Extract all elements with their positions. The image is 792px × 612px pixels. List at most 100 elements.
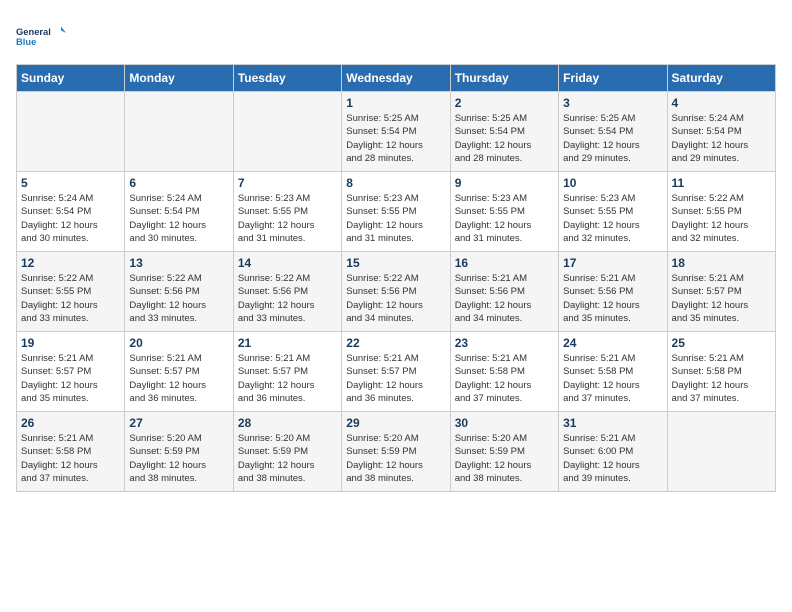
- calendar-cell: 19Sunrise: 5:21 AM Sunset: 5:57 PM Dayli…: [17, 332, 125, 412]
- day-number: 14: [238, 256, 337, 270]
- day-number: 20: [129, 336, 228, 350]
- calendar-cell: 27Sunrise: 5:20 AM Sunset: 5:59 PM Dayli…: [125, 412, 233, 492]
- day-number: 21: [238, 336, 337, 350]
- calendar-cell: 20 Sunrise: 5:21 AM Sunset: 5:57 PM Dayli…: [125, 332, 233, 412]
- calendar-cell: 3 Sunrise: 5:25 AM Sunset: 5:54 PM Daylig…: [559, 92, 667, 172]
- day-number: 1: [346, 96, 445, 110]
- day-number: 13: [129, 256, 228, 270]
- day-number: 4: [672, 96, 771, 110]
- calendar-cell: [667, 412, 775, 492]
- day-info: Sunrise: 5:20 AM Sunset: 5:59 PM Dayligh…: [346, 432, 445, 485]
- day-info: Sunrise: 5:20 AM Sunset: 5:59 PM Dayligh…: [238, 432, 337, 485]
- calendar-cell: 30 Sunrise: 5:20 AM Sunset: 5:59 PM Dayli…: [450, 412, 558, 492]
- calendar-cell: [233, 92, 341, 172]
- calendar-cell: 29 Sunrise: 5:20 AM Sunset: 5:59 PM Dayli…: [342, 412, 450, 492]
- calendar-cell: 13Sunrise: 5:22 AM Sunset: 5:56 PM Dayli…: [125, 252, 233, 332]
- day-info: Sunrise: 5:24 AM Sunset: 5:54 PM Dayligh…: [129, 192, 228, 245]
- day-info: Sunrise: 5:21 AM Sunset: 5:57 PM Dayligh…: [346, 352, 445, 405]
- page-header: General Blue: [16, 16, 776, 56]
- logo-svg: General Blue: [16, 16, 66, 56]
- calendar-cell: 25 Sunrise: 5:21 AM Sunset: 5:58 PM Dayli…: [667, 332, 775, 412]
- day-info: Sunrise: 5:25 AM Sunset: 5:54 PM Dayligh…: [563, 112, 662, 165]
- calendar-cell: 10 Sunrise: 5:23 AM Sunset: 5:55 PM Dayli…: [559, 172, 667, 252]
- day-info: Sunrise: 5:21 AM Sunset: 5:56 PM Dayligh…: [455, 272, 554, 325]
- day-number: 18: [672, 256, 771, 270]
- weekday-header-friday: Friday: [559, 65, 667, 92]
- day-number: 24: [563, 336, 662, 350]
- weekday-header-row: SundayMondayTuesdayWednesdayThursdayFrid…: [17, 65, 776, 92]
- logo: General Blue: [16, 16, 66, 56]
- calendar-cell: 26 Sunrise: 5:21 AM Sunset: 5:58 PM Dayli…: [17, 412, 125, 492]
- day-info: Sunrise: 5:21 AM Sunset: 5:58 PM Dayligh…: [21, 432, 120, 485]
- week-row-2: 5 Sunrise: 5:24 AM Sunset: 5:54 PM Daylig…: [17, 172, 776, 252]
- day-number: 16: [455, 256, 554, 270]
- calendar-cell: 4 Sunrise: 5:24 AM Sunset: 5:54 PM Daylig…: [667, 92, 775, 172]
- day-number: 12: [21, 256, 120, 270]
- day-number: 5: [21, 176, 120, 190]
- day-info: Sunrise: 5:21 AM Sunset: 5:57 PM Dayligh…: [672, 272, 771, 325]
- weekday-header-saturday: Saturday: [667, 65, 775, 92]
- day-number: 8: [346, 176, 445, 190]
- day-info: Sunrise: 5:24 AM Sunset: 5:54 PM Dayligh…: [672, 112, 771, 165]
- day-number: 7: [238, 176, 337, 190]
- day-info: Sunrise: 5:23 AM Sunset: 5:55 PM Dayligh…: [346, 192, 445, 245]
- day-number: 15: [346, 256, 445, 270]
- day-info: Sunrise: 5:21 AM Sunset: 5:56 PM Dayligh…: [563, 272, 662, 325]
- weekday-header-thursday: Thursday: [450, 65, 558, 92]
- day-info: Sunrise: 5:22 AM Sunset: 5:56 PM Dayligh…: [238, 272, 337, 325]
- day-number: 11: [672, 176, 771, 190]
- calendar-cell: 1 Sunrise: 5:25 AM Sunset: 5:54 PM Daylig…: [342, 92, 450, 172]
- day-number: 10: [563, 176, 662, 190]
- day-number: 26: [21, 416, 120, 430]
- calendar-cell: 14 Sunrise: 5:22 AM Sunset: 5:56 PM Dayli…: [233, 252, 341, 332]
- weekday-header-tuesday: Tuesday: [233, 65, 341, 92]
- calendar-cell: 31Sunrise: 5:21 AM Sunset: 6:00 PM Dayli…: [559, 412, 667, 492]
- calendar-cell: 23 Sunrise: 5:21 AM Sunset: 5:58 PM Dayli…: [450, 332, 558, 412]
- calendar-cell: 21 Sunrise: 5:21 AM Sunset: 5:57 PM Dayli…: [233, 332, 341, 412]
- day-info: Sunrise: 5:21 AM Sunset: 5:57 PM Dayligh…: [238, 352, 337, 405]
- day-info: Sunrise: 5:23 AM Sunset: 5:55 PM Dayligh…: [238, 192, 337, 245]
- calendar-cell: 8 Sunrise: 5:23 AM Sunset: 5:55 PM Daylig…: [342, 172, 450, 252]
- svg-text:Blue: Blue: [16, 37, 36, 47]
- day-info: Sunrise: 5:22 AM Sunset: 5:56 PM Dayligh…: [346, 272, 445, 325]
- week-row-3: 12 Sunrise: 5:22 AM Sunset: 5:55 PM Dayli…: [17, 252, 776, 332]
- calendar-cell: 5Sunrise: 5:24 AM Sunset: 5:54 PM Daylig…: [17, 172, 125, 252]
- calendar-cell: 2Sunrise: 5:25 AM Sunset: 5:54 PM Daylig…: [450, 92, 558, 172]
- day-info: Sunrise: 5:21 AM Sunset: 5:57 PM Dayligh…: [21, 352, 120, 405]
- calendar-cell: 24 Sunrise: 5:21 AM Sunset: 5:58 PM Dayli…: [559, 332, 667, 412]
- day-number: 9: [455, 176, 554, 190]
- day-number: 3: [563, 96, 662, 110]
- day-number: 23: [455, 336, 554, 350]
- calendar-cell: 12 Sunrise: 5:22 AM Sunset: 5:55 PM Dayli…: [17, 252, 125, 332]
- calendar-cell: [17, 92, 125, 172]
- day-number: 29: [346, 416, 445, 430]
- day-info: Sunrise: 5:20 AM Sunset: 5:59 PM Dayligh…: [455, 432, 554, 485]
- weekday-header-sunday: Sunday: [17, 65, 125, 92]
- day-number: 25: [672, 336, 771, 350]
- calendar-cell: 22 Sunrise: 5:21 AM Sunset: 5:57 PM Dayli…: [342, 332, 450, 412]
- weekday-header-wednesday: Wednesday: [342, 65, 450, 92]
- day-info: Sunrise: 5:21 AM Sunset: 5:57 PM Dayligh…: [129, 352, 228, 405]
- calendar-cell: 11Sunrise: 5:22 AM Sunset: 5:55 PM Dayli…: [667, 172, 775, 252]
- calendar-cell: 16 Sunrise: 5:21 AM Sunset: 5:56 PM Dayli…: [450, 252, 558, 332]
- day-info: Sunrise: 5:21 AM Sunset: 5:58 PM Dayligh…: [563, 352, 662, 405]
- day-info: Sunrise: 5:21 AM Sunset: 5:58 PM Dayligh…: [455, 352, 554, 405]
- day-info: Sunrise: 5:23 AM Sunset: 5:55 PM Dayligh…: [563, 192, 662, 245]
- day-info: Sunrise: 5:21 AM Sunset: 5:58 PM Dayligh…: [672, 352, 771, 405]
- calendar-table: SundayMondayTuesdayWednesdayThursdayFrid…: [16, 64, 776, 492]
- day-number: 27: [129, 416, 228, 430]
- day-info: Sunrise: 5:23 AM Sunset: 5:55 PM Dayligh…: [455, 192, 554, 245]
- calendar-cell: 28Sunrise: 5:20 AM Sunset: 5:59 PM Dayli…: [233, 412, 341, 492]
- day-number: 30: [455, 416, 554, 430]
- week-row-4: 19Sunrise: 5:21 AM Sunset: 5:57 PM Dayli…: [17, 332, 776, 412]
- week-row-5: 26 Sunrise: 5:21 AM Sunset: 5:58 PM Dayli…: [17, 412, 776, 492]
- day-info: Sunrise: 5:22 AM Sunset: 5:55 PM Dayligh…: [21, 272, 120, 325]
- calendar-cell: [125, 92, 233, 172]
- calendar-cell: 9 Sunrise: 5:23 AM Sunset: 5:55 PM Daylig…: [450, 172, 558, 252]
- calendar-cell: 6Sunrise: 5:24 AM Sunset: 5:54 PM Daylig…: [125, 172, 233, 252]
- calendar-cell: 7 Sunrise: 5:23 AM Sunset: 5:55 PM Daylig…: [233, 172, 341, 252]
- day-info: Sunrise: 5:25 AM Sunset: 5:54 PM Dayligh…: [346, 112, 445, 165]
- day-number: 17: [563, 256, 662, 270]
- day-number: 22: [346, 336, 445, 350]
- calendar-cell: 18 Sunrise: 5:21 AM Sunset: 5:57 PM Dayli…: [667, 252, 775, 332]
